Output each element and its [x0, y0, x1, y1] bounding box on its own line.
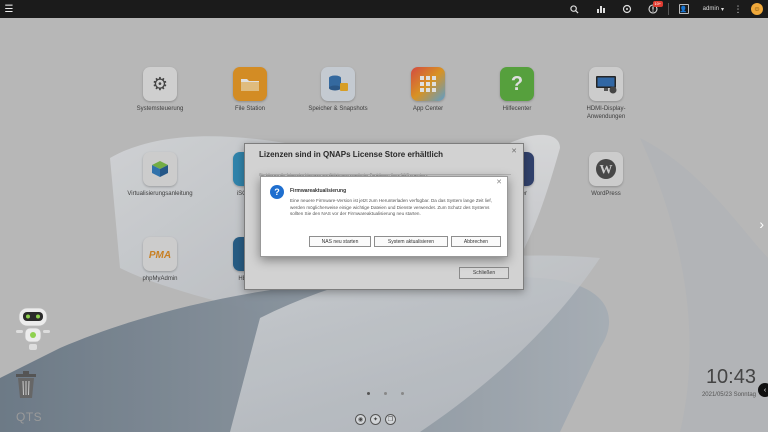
firmware-dialog-buttons: NAS neu starten System aktualisieren Abb… — [309, 236, 501, 247]
more-vertical-icon[interactable]: ⋮ — [730, 0, 746, 18]
hamburger-menu-icon[interactable]: ☰ — [0, 0, 18, 18]
notifications-badge: 10+ — [652, 1, 663, 7]
top-bar: ☰ 10+ 👤 admin ▾ ⋮ ☺ — [0, 0, 768, 18]
user-icon[interactable]: 👤 — [671, 0, 697, 18]
user-name: admin — [702, 6, 719, 12]
qts-logo: QTS — [16, 410, 43, 424]
helper-avatar: ☺ — [751, 3, 763, 15]
system-update-button[interactable]: System aktualisieren — [374, 236, 448, 247]
firmware-dialog-title: Firmwareaktualisierung — [290, 188, 347, 194]
search-icon[interactable] — [562, 0, 588, 18]
close-icon[interactable]: ✕ — [496, 178, 502, 186]
chevron-down-icon: ▾ — [720, 6, 724, 13]
page-dot-1[interactable] — [367, 392, 370, 395]
page-dot-2[interactable] — [384, 392, 387, 395]
tools-icon[interactable]: ✦ — [370, 414, 381, 425]
firmware-update-dialog: ✕ ? Firmwareaktualisierung Eine neuere F… — [260, 176, 508, 257]
user-menu[interactable]: admin ▾ — [697, 6, 730, 13]
dashboard-icon[interactable]: ◉ — [355, 414, 366, 425]
page-dot-3[interactable] — [401, 392, 404, 395]
nas-restart-button[interactable]: NAS neu starten — [309, 236, 371, 247]
bottom-dock: ◉ ✦ ❐ — [355, 414, 396, 425]
user-avatar: 👤 — [678, 4, 689, 14]
divider — [667, 3, 669, 15]
sync-icon[interactable] — [614, 0, 640, 18]
firmware-dialog-message: Eine neuere Firmware-Version ist jetzt z… — [290, 198, 492, 217]
side-panel-button[interactable]: ‹ — [758, 383, 768, 397]
background-tasks-icon[interactable] — [588, 0, 614, 18]
trash-icon[interactable] — [14, 370, 38, 400]
helper-avatar-icon[interactable]: ☺ — [746, 0, 768, 18]
qnap-helper-robot[interactable] — [13, 304, 53, 358]
question-icon: ? — [270, 185, 284, 199]
desktop-page-indicator — [367, 392, 404, 395]
cancel-button[interactable]: Abbrechen — [451, 236, 501, 247]
desktop-date: 2021/05/23 Sonntag — [701, 392, 756, 398]
notifications-icon[interactable]: 10+ — [640, 0, 666, 18]
copy-icon[interactable]: ❐ — [385, 414, 396, 425]
chevron-right-icon[interactable]: › — [759, 216, 764, 232]
desktop-clock: 10:43 — [705, 366, 756, 388]
